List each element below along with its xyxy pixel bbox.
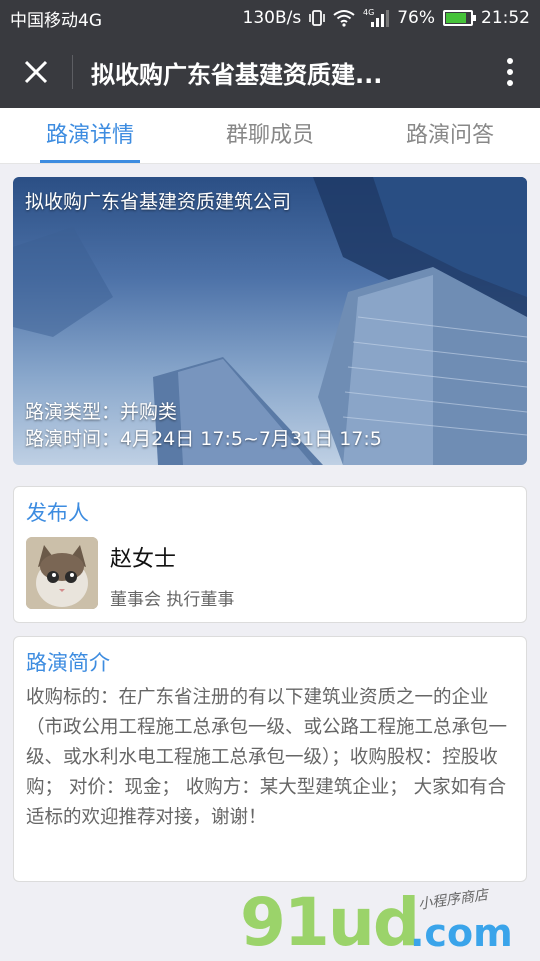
network-speed: 130B/s — [242, 8, 302, 28]
watermark-domain: .com — [410, 911, 513, 955]
banner-meta: 路演类型：并购类 路演时间：4月24日 17:5~7月31日 17:5 — [25, 399, 382, 453]
roadshow-banner: 拟收购广东省基建资质建筑公司 路演类型：并购类 路演时间：4月24日 17:5~… — [13, 177, 527, 465]
intro-card: 路演简介 收购标的：在广东省注册的有以下建筑业资质之一的企业（市政公用工程施工总… — [13, 636, 527, 882]
publisher-info: 赵女士 董事会 执行董事 — [98, 537, 234, 610]
carrier-label: 中国移动4G — [10, 10, 102, 31]
watermark-logo: 91ud — [240, 884, 420, 961]
page-title: 拟收购广东省基建资质建... — [91, 60, 383, 89]
roadshow-time: 路演时间：4月24日 17:5~7月31日 17:5 — [25, 428, 382, 450]
battery-icon — [443, 10, 476, 26]
more-vertical-icon — [507, 58, 513, 86]
watermark: 91ud 小程序商店 .com — [240, 885, 540, 960]
intro-body: 收购标的：在广东省注册的有以下建筑业资质之一的企业（市政公用工程施工总承包一级、… — [26, 687, 508, 828]
close-button[interactable] — [0, 36, 72, 108]
publisher-heading: 发布人 — [26, 501, 89, 525]
cell-signal-icon: 4G — [363, 8, 390, 28]
watermark-subtitle: 小程序商店 — [417, 887, 489, 913]
publisher-name: 赵女士 — [110, 547, 177, 572]
vibrate-icon — [309, 9, 326, 27]
wifi-icon — [333, 9, 355, 27]
banner-title: 拟收购广东省基建资质建筑公司 — [25, 191, 292, 213]
tab-bar: 路演详情 群聊成员 路演问答 — [0, 108, 540, 164]
cat-avatar-image — [26, 537, 98, 609]
network-type: 4G — [363, 8, 374, 17]
clock: 21:52 — [481, 8, 530, 28]
roadshow-type: 路演类型：并购类 — [25, 401, 178, 423]
battery-percent: 76% — [397, 8, 435, 28]
nav-bar: 拟收购广东省基建资质建... — [0, 36, 540, 108]
tab-roadshow-qa[interactable]: 路演问答 — [360, 108, 540, 163]
avatar — [26, 537, 98, 609]
status-bar: 中国移动4G 130B/s 4G 76% 21:52 — [0, 0, 540, 36]
close-icon — [24, 60, 48, 84]
publisher-role: 董事会 执行董事 — [110, 590, 235, 610]
tab-roadshow-details[interactable]: 路演详情 — [0, 108, 180, 163]
intro-heading: 路演简介 — [26, 651, 110, 675]
more-button[interactable] — [480, 36, 540, 108]
status-indicators: 130B/s 4G 76% 21:52 — [243, 8, 531, 28]
tab-group-members[interactable]: 群聊成员 — [180, 108, 360, 163]
publisher-card: 发布人 赵女士 董事会 执行董事 — [13, 486, 527, 623]
publisher-row[interactable]: 赵女士 董事会 执行董事 — [14, 527, 526, 620]
